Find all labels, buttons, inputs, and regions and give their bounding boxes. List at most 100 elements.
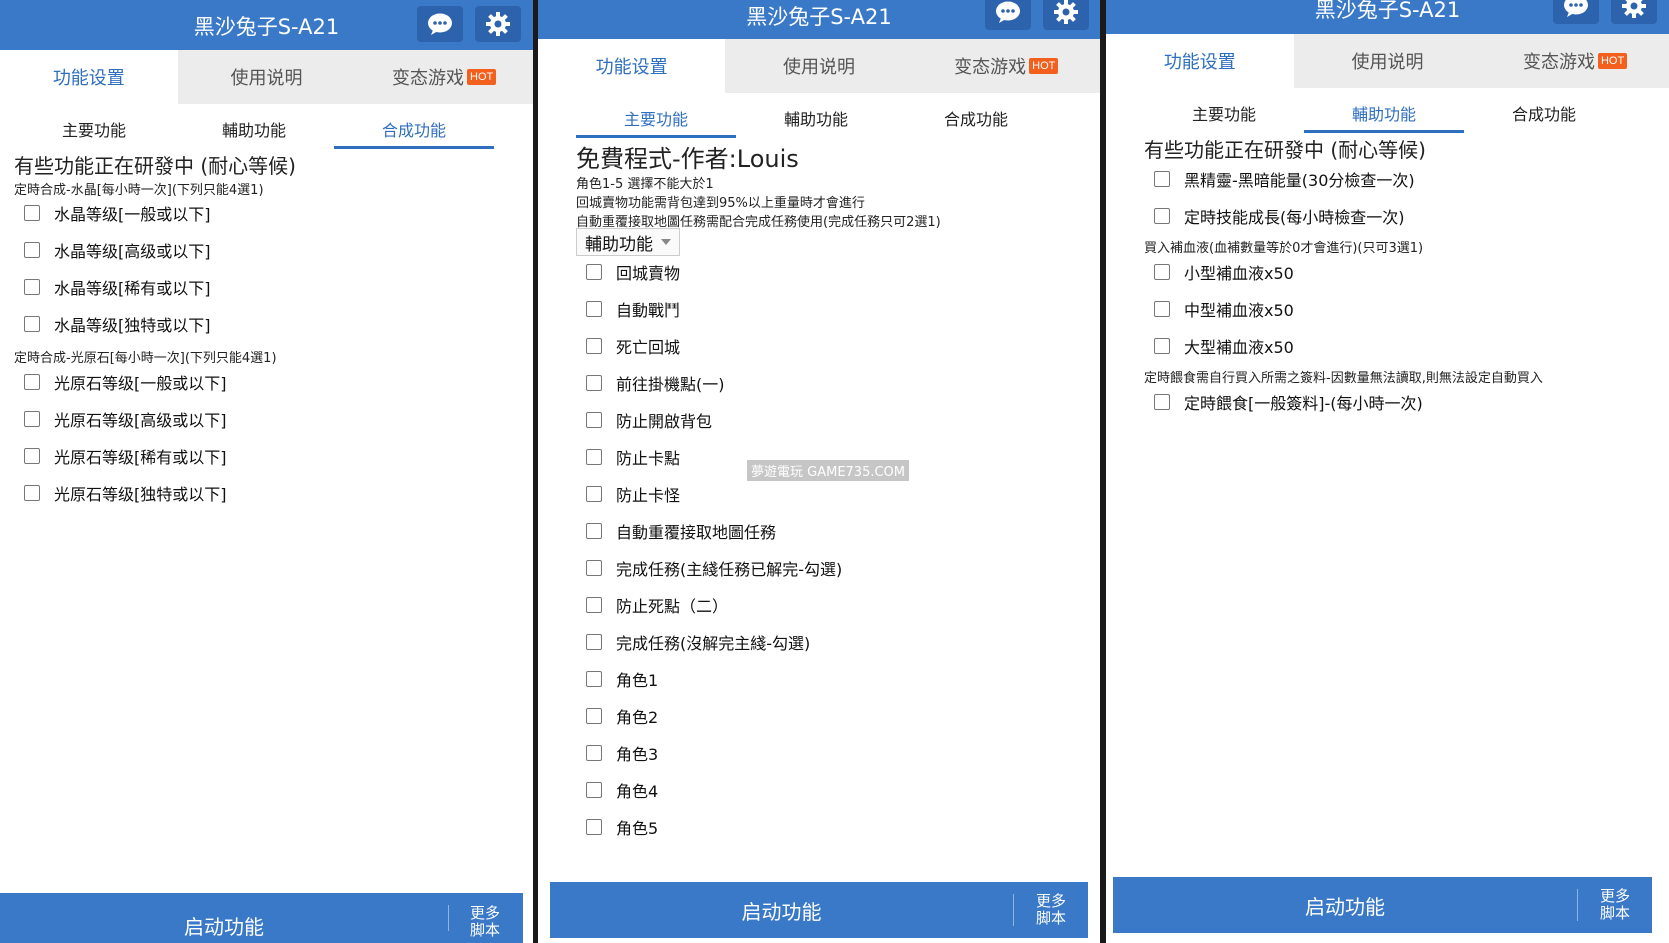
start-button[interactable]: 启动功能 [1113,877,1577,933]
start-button[interactable]: 启动功能 [0,907,448,943]
checkbox[interactable] [24,485,40,501]
checkbox[interactable] [1154,301,1170,317]
checkbox[interactable] [1154,208,1170,224]
checkbox-row[interactable]: 光原石等级[一般或以下] [24,369,227,395]
checkbox-row[interactable]: 完成任務(主綫任務已解完-勾選) [586,555,842,581]
chat-button[interactable] [417,6,463,42]
checkbox[interactable] [586,486,602,502]
checkbox[interactable] [586,523,602,539]
checkbox-row[interactable]: 光原石等级[独特或以下] [24,480,227,506]
checkbox[interactable] [586,634,602,650]
chat-button[interactable] [1553,0,1599,24]
subtab-assist[interactable]: 輔助功能 [736,107,896,135]
checkbox-row[interactable]: 小型補血液x50 [1154,259,1294,285]
checkbox-row[interactable]: 前往掛機點(一) [586,370,725,396]
checkbox[interactable] [586,819,602,835]
subtab-main[interactable]: 主要功能 [1144,102,1304,130]
checkbox-row[interactable]: 光原石等级[高级或以下] [24,406,227,432]
tab-manual[interactable]: 使用说明 [725,39,912,93]
checkbox-row[interactable]: 防止卡點 [586,444,680,470]
checkbox-row[interactable]: 水晶等级[稀有或以下] [24,274,211,300]
checkbox-row[interactable]: 水晶等级[独特或以下] [24,311,211,337]
checkbox[interactable] [586,338,602,354]
checkbox[interactable] [586,671,602,687]
checkbox-row[interactable]: 完成任務(沒解完主綫-勾選) [586,629,810,655]
settings-button[interactable] [475,6,521,42]
info-note: 回城賣物功能需背包達到95%以上重量時才會進行 [576,196,865,211]
checkbox-label: 自動戰鬥 [616,301,681,320]
checkbox-row[interactable]: 定時技能成長(每小時檢查一次) [1154,203,1405,229]
settings-button[interactable] [1611,0,1657,24]
checkbox-row[interactable]: 中型補血液x50 [1154,296,1294,322]
checkbox[interactable] [586,597,602,613]
checkbox[interactable] [586,560,602,576]
checkbox-label: 大型補血液x50 [1184,338,1294,357]
checkbox-row[interactable]: 自動重覆接取地圖任務 [586,518,776,544]
checkbox-row[interactable]: 死亡回城 [586,333,680,359]
tab-games[interactable]: 变态游戏 HOT [913,39,1100,93]
checkbox[interactable] [24,316,40,332]
chevron-down-icon [661,239,671,245]
tab-settings[interactable]: 功能设置 [1106,34,1294,88]
subtab-assist[interactable]: 輔助功能 [1304,102,1464,133]
subtab-synth[interactable]: 合成功能 [896,107,1056,135]
checkbox[interactable] [24,205,40,221]
checkbox-row[interactable]: 角色2 [586,703,658,729]
tab-settings[interactable]: 功能设置 [538,39,726,93]
checkbox-row[interactable]: 光原石等级[稀有或以下] [24,443,227,469]
checkbox[interactable] [586,375,602,391]
checkbox-row[interactable]: 黑精靈-黑暗能量(30分檢查一次) [1154,166,1415,192]
checkbox[interactable] [24,242,40,258]
checkbox[interactable] [24,374,40,390]
tab-games[interactable]: 变态游戏 HOT [1481,34,1669,88]
checkbox[interactable] [1154,338,1170,354]
checkbox-row[interactable]: 防止卡怪 [586,481,680,507]
page-heading: 有些功能正在研發中 (耐心等候) [1144,138,1426,162]
subtab-synth[interactable]: 合成功能 [1464,102,1624,130]
checkbox[interactable] [1154,394,1170,410]
checkbox-row[interactable]: 大型補血液x50 [1154,333,1294,359]
checkbox[interactable] [586,745,602,761]
checkbox-row[interactable]: 水晶等级[高级或以下] [24,237,211,263]
checkbox[interactable] [24,411,40,427]
start-button[interactable]: 启动功能 [550,882,1013,938]
checkbox[interactable] [586,412,602,428]
checkbox[interactable] [24,448,40,464]
tab-games[interactable]: 变态游戏 HOT [355,50,533,104]
checkbox-row[interactable]: 角色1 [586,666,658,692]
checkbox[interactable] [586,449,602,465]
checkbox-row[interactable]: 防止開啟背包 [586,407,712,433]
checkbox-row[interactable]: 自動戰鬥 [586,296,680,322]
function-select[interactable]: 輔助功能 [576,228,680,256]
checkbox[interactable] [586,708,602,724]
more-scripts-button[interactable]: 更多 脚本 [450,901,520,943]
chat-bubble-icon [428,13,452,35]
hot-badge: HOT [1597,53,1628,69]
checkbox[interactable] [1154,171,1170,187]
settings-button[interactable] [1043,0,1089,30]
checkbox[interactable] [586,264,602,280]
checkbox[interactable] [24,279,40,295]
checkbox-row[interactable]: 角色4 [586,777,658,803]
checkbox-row[interactable]: 防止死點（二） [586,592,728,618]
checkbox-row[interactable]: 定時餵食[一般簽料]-(每小時一次) [1154,389,1423,415]
chat-button[interactable] [985,0,1031,30]
subtab-main[interactable]: 主要功能 [14,118,174,146]
checkbox[interactable] [586,782,602,798]
tab-manual[interactable]: 使用说明 [178,50,356,104]
tab-manual[interactable]: 使用说明 [1294,34,1482,88]
subtab-main[interactable]: 主要功能 [576,107,736,138]
checkbox-label: 防止開啟背包 [616,412,713,431]
checkbox-row[interactable]: 角色3 [586,740,658,766]
more-scripts-button[interactable]: 更多 脚本 [1016,882,1086,938]
subtab-assist[interactable]: 輔助功能 [174,118,334,146]
checkbox-row[interactable]: 角色5 [586,814,658,840]
subtab-synth[interactable]: 合成功能 [334,118,494,149]
more-scripts-button[interactable]: 更多 脚本 [1580,877,1650,933]
checkbox-row[interactable]: 水晶等级[一般或以下] [24,200,211,226]
checkbox-row[interactable]: 回城賣物 [586,259,680,285]
checkbox[interactable] [1154,264,1170,280]
tab-settings[interactable]: 功能设置 [0,50,178,104]
section-note: 買入補血液(血補數量等於0才會進行)(只可3選1) [1144,241,1424,256]
checkbox[interactable] [586,301,602,317]
